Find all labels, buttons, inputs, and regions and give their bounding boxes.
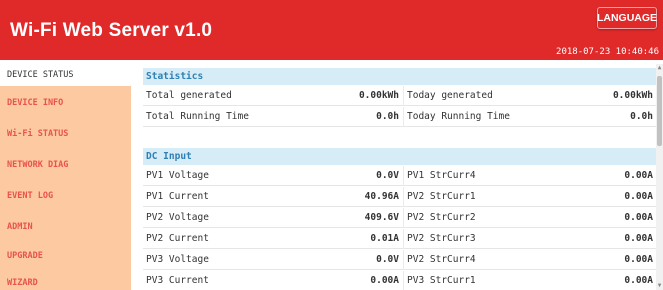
cell-value: 409.6V [364, 212, 399, 223]
scroll-down-icon[interactable]: ▼ [656, 282, 663, 290]
timestamp: 2018-07-23 10:40:46 [556, 47, 659, 57]
column-divider [403, 271, 404, 290]
table-row: PV1 Current 40.96A PV2 StrCurr1 0.00A [143, 187, 656, 207]
scroll-up-icon[interactable]: ▲ [656, 64, 663, 72]
cell-label: Today generated [407, 90, 493, 101]
cell-label: PV2 Current [146, 233, 209, 244]
cell-value: 0.00A [624, 275, 653, 286]
cell-value: 0.00A [624, 191, 653, 202]
language-button[interactable]: LANGUAGE [597, 7, 657, 29]
cell-value: 0.0V [376, 170, 399, 181]
sidebar-item-upgrade[interactable]: UPGRADE [0, 251, 131, 265]
cell-value: 40.96A [364, 191, 399, 202]
cell-label: PV2 StrCurr4 [407, 254, 476, 265]
cell-label: PV3 StrCurr1 [407, 275, 476, 286]
cell-value: 0.00kWh [612, 90, 653, 101]
sidebar-item-network-diag[interactable]: NETWORK DIAG [0, 160, 131, 174]
cell-value: 0.00A [624, 212, 653, 223]
cell-label: PV1 StrCurr4 [407, 170, 476, 181]
table-row: PV2 Current 0.01A PV2 StrCurr3 0.00A [143, 229, 656, 249]
section-heading-statistics: Statistics [143, 68, 656, 85]
sidebar-item-device-status[interactable]: DEVICE STATUS [0, 64, 131, 86]
status-content: Statistics Total generated 0.00kWh Today… [143, 68, 656, 290]
table-row: PV3 Current 0.00A PV3 StrCurr1 0.00A [143, 271, 656, 290]
sidebar-nav: DEVICE STATUS DEVICE INFO Wi-Fi STATUS N… [0, 64, 131, 290]
column-divider [403, 187, 404, 207]
table-row: PV3 Voltage 0.0V PV2 StrCurr4 0.00A [143, 250, 656, 270]
header-bar: Wi-Fi Web Server v1.0 LANGUAGE 2018-07-2… [0, 0, 663, 60]
cell-label: PV1 Voltage [146, 170, 209, 181]
vertical-scrollbar[interactable]: ▲ ▼ [656, 64, 663, 290]
cell-value: 0.0h [376, 111, 399, 122]
column-divider [403, 208, 404, 228]
cell-value: 0.00A [370, 275, 399, 286]
cell-value: 0.00A [624, 254, 653, 265]
app-title: Wi-Fi Web Server v1.0 [10, 20, 213, 41]
cell-value: 0.01A [370, 233, 399, 244]
column-divider [403, 250, 404, 270]
sidebar-item-event-log[interactable]: EVENT LOG [0, 191, 131, 205]
sidebar-item-wizard[interactable]: WIZARD [0, 278, 131, 290]
cell-label: PV2 StrCurr3 [407, 233, 476, 244]
cell-label: Total Running Time [146, 111, 249, 122]
table-row: Total Running Time 0.0h Today Running Ti… [143, 107, 656, 127]
cell-label: PV2 StrCurr1 [407, 191, 476, 202]
column-divider [403, 86, 404, 106]
table-row: Total generated 0.00kWh Today generated … [143, 86, 656, 106]
cell-value: 0.00kWh [358, 90, 399, 101]
cell-value: 0.0h [630, 111, 653, 122]
sidebar-item-device-info[interactable]: DEVICE INFO [0, 98, 131, 112]
column-divider [403, 229, 404, 249]
table-row: PV2 Voltage 409.6V PV2 StrCurr2 0.00A [143, 208, 656, 228]
sidebar-item-wifi-status[interactable]: Wi-Fi STATUS [0, 129, 131, 143]
cell-label: PV2 Voltage [146, 212, 209, 223]
cell-label: PV3 Voltage [146, 254, 209, 265]
cell-label: Total generated [146, 90, 232, 101]
cell-value: 0.0V [376, 254, 399, 265]
column-divider [403, 107, 404, 127]
cell-label: PV2 StrCurr2 [407, 212, 476, 223]
column-divider [403, 166, 404, 186]
sidebar-item-admin[interactable]: ADMIN [0, 222, 131, 236]
cell-label: PV1 Current [146, 191, 209, 202]
cell-value: 0.00A [624, 170, 653, 181]
cell-label: Today Running Time [407, 111, 510, 122]
scroll-thumb[interactable] [657, 76, 662, 146]
table-row: PV1 Voltage 0.0V PV1 StrCurr4 0.00A [143, 166, 656, 186]
cell-value: 0.00A [624, 233, 653, 244]
cell-label: PV3 Current [146, 275, 209, 286]
section-heading-dc-input: DC Input [143, 148, 656, 165]
